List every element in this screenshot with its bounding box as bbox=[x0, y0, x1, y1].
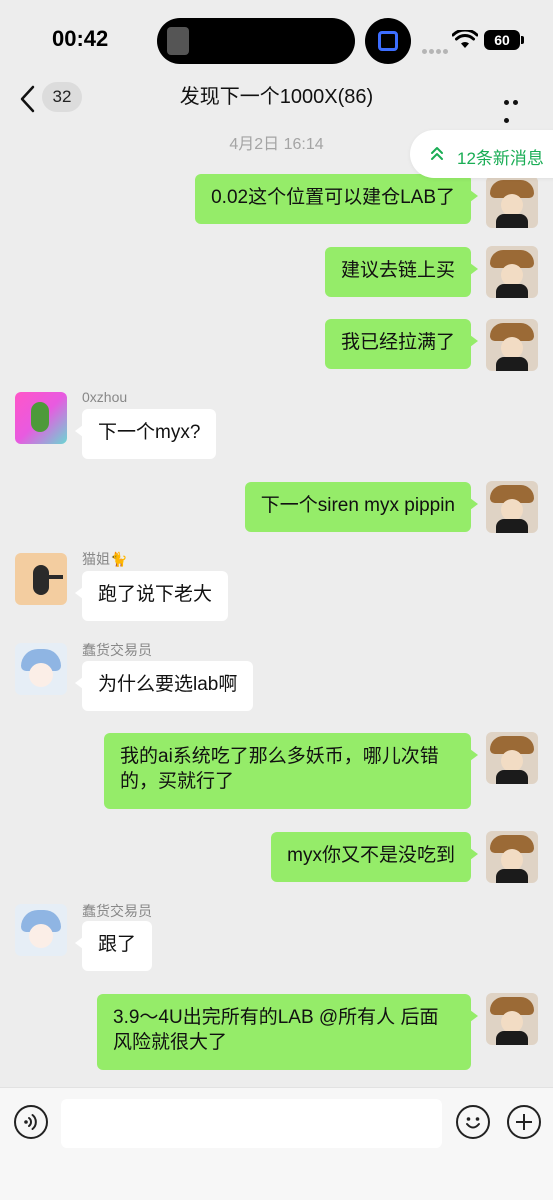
message-bubble[interactable]: 跑了说下老大 bbox=[74, 571, 229, 621]
emoji-icon[interactable] bbox=[456, 1105, 490, 1139]
voice-icon[interactable] bbox=[14, 1105, 48, 1139]
battery-icon: 60 bbox=[484, 30, 520, 50]
message-bubble[interactable]: 下一个myx? bbox=[74, 409, 217, 459]
wifi-icon bbox=[452, 30, 478, 48]
my-avatar[interactable] bbox=[486, 993, 538, 1045]
new-messages-label: 12条新消息 bbox=[457, 149, 544, 168]
my-avatar[interactable] bbox=[486, 319, 538, 371]
double-chevron-up-icon bbox=[431, 147, 443, 160]
my-avatar[interactable] bbox=[486, 246, 538, 298]
message-text-input[interactable] bbox=[61, 1099, 442, 1148]
my-avatar[interactable] bbox=[486, 831, 538, 883]
message-bubble[interactable]: 我的ai系统吃了那么多妖币，哪儿次错的，买就行了 bbox=[104, 733, 478, 809]
contact-avatar[interactable] bbox=[15, 553, 67, 605]
message-input-bar bbox=[0, 1087, 553, 1200]
contact-avatar[interactable] bbox=[15, 904, 67, 956]
sender-name: 蠢货交易员 bbox=[82, 642, 152, 658]
app-activity-icon bbox=[365, 18, 411, 64]
my-avatar[interactable] bbox=[486, 732, 538, 784]
message-bubble[interactable]: 建议去链上买 bbox=[324, 247, 479, 297]
my-avatar[interactable] bbox=[486, 176, 538, 228]
status-bar: 00:42 60 bbox=[0, 0, 553, 78]
chat-title: 发现下一个1000X(86) bbox=[179, 86, 374, 108]
status-time: 00:42 bbox=[52, 26, 109, 51]
message-bubble[interactable]: 为什么要选lab啊 bbox=[74, 661, 254, 711]
plus-icon[interactable] bbox=[507, 1105, 541, 1139]
battery-level: 60 bbox=[494, 32, 510, 48]
message-bubble[interactable]: myx你又不是没吃到 bbox=[271, 832, 478, 882]
more-icon[interactable] bbox=[504, 92, 530, 123]
sender-name: 蠢货交易员 bbox=[82, 903, 152, 919]
contact-avatar[interactable] bbox=[15, 643, 67, 695]
sender-name: 猫姐🐈 bbox=[82, 551, 128, 567]
message-bubble[interactable]: 下一个siren myx pippin bbox=[244, 482, 479, 532]
new-messages-button[interactable]: 12条新消息 bbox=[410, 130, 553, 178]
chat-header: 32 发现下一个1000X(86) bbox=[0, 78, 553, 123]
cellular-signal-icon bbox=[422, 41, 452, 54]
dynamic-island bbox=[157, 18, 355, 64]
now-playing-thumbnail bbox=[167, 27, 189, 55]
my-avatar[interactable] bbox=[486, 481, 538, 533]
message-bubble[interactable]: 0.02这个位置可以建仓LAB了 bbox=[195, 174, 478, 224]
sender-name: 0xzhou bbox=[82, 389, 128, 405]
contact-avatar[interactable] bbox=[15, 392, 67, 444]
message-bubble[interactable]: 3.9～4U出完所有的LAB @所有人 后面风险就很大了 bbox=[97, 994, 478, 1070]
message-bubble[interactable]: 我已经拉满了 bbox=[324, 319, 479, 369]
message-bubble[interactable]: 跟了 bbox=[74, 921, 153, 971]
